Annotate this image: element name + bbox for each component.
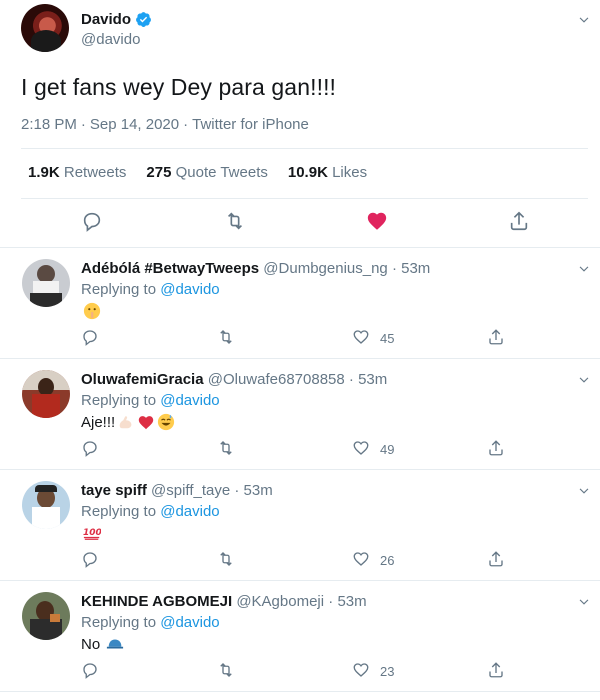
retweets-stat[interactable]: 1.9K Retweets xyxy=(28,164,126,181)
meta-separator: · xyxy=(183,116,189,133)
author-handle[interactable]: @KAgbomeji xyxy=(236,593,324,610)
tweet-source[interactable]: Twitter for iPhone xyxy=(192,116,309,133)
author-name[interactable]: KEHINDE AGBOMEJI xyxy=(81,593,232,610)
svg-text:100: 100 xyxy=(83,528,101,538)
tweet-date[interactable]: Sep 14, 2020 xyxy=(90,116,179,133)
reply-body: Aje!!! xyxy=(81,413,175,431)
retweet-icon[interactable] xyxy=(217,661,235,679)
author-handle[interactable]: @Dumbgenius_ng xyxy=(263,260,387,277)
tweet-text: I get fans wey Dey para gan!!!! xyxy=(21,74,337,100)
share-icon[interactable] xyxy=(487,328,505,346)
like-count: 45 xyxy=(380,331,395,346)
chevron-down-icon[interactable] xyxy=(577,484,591,498)
tweet-actions xyxy=(0,210,600,236)
main-tweet: Davido @davido I get fans wey Dey para g… xyxy=(0,0,600,248)
tweet-meta: 2:18 PM · Sep 14, 2020 · Twitter for iPh… xyxy=(21,116,309,133)
chevron-down-icon[interactable] xyxy=(577,595,591,609)
avatar[interactable] xyxy=(22,592,70,640)
reply-body: No xyxy=(81,635,124,653)
sweat-smile-emoji xyxy=(158,413,175,431)
author-name[interactable]: taye spiff xyxy=(81,482,147,499)
retweet-icon[interactable] xyxy=(224,210,246,232)
reply-tweet[interactable]: OluwafemiGracia @Oluwafe68708858 · 53m R… xyxy=(0,359,600,470)
replying-to-link[interactable]: @davido xyxy=(160,392,219,409)
share-icon[interactable] xyxy=(487,439,505,457)
shushing-face-emoji xyxy=(83,302,101,320)
retweet-icon[interactable] xyxy=(217,328,235,346)
reply-actions: 45 xyxy=(0,328,600,348)
tweet-time[interactable]: 2:18 PM xyxy=(21,116,77,133)
like-icon[interactable] xyxy=(352,550,370,568)
reply-actions: 49 xyxy=(0,439,600,459)
reply-actions: 23 xyxy=(0,661,600,681)
share-icon[interactable] xyxy=(508,210,530,232)
like-count: 26 xyxy=(380,553,395,568)
like-icon[interactable] xyxy=(352,328,370,346)
author-name[interactable]: OluwafemiGracia xyxy=(81,371,204,388)
author-name[interactable]: Davido xyxy=(81,11,131,28)
share-icon[interactable] xyxy=(487,550,505,568)
red-heart-emoji xyxy=(138,416,154,430)
reply-time[interactable]: 53m xyxy=(244,482,273,499)
reply-time[interactable]: 53m xyxy=(337,593,366,610)
chevron-down-icon[interactable] xyxy=(577,13,591,27)
reply-actions: 26 xyxy=(0,550,600,570)
author-handle[interactable]: @Oluwafe68708858 xyxy=(208,371,345,388)
chevron-down-icon[interactable] xyxy=(577,262,591,276)
cap-emoji xyxy=(107,639,124,649)
reply-text: No xyxy=(81,635,101,653)
like-icon[interactable] xyxy=(352,439,370,457)
reply-text: Aje!!! xyxy=(81,413,116,431)
replying-to: Replying to @davido xyxy=(81,392,220,409)
replying-to: Replying to @davido xyxy=(81,614,220,631)
reply-icon[interactable] xyxy=(81,210,103,232)
avatar[interactable] xyxy=(21,4,69,52)
author-handle[interactable]: @davido xyxy=(81,31,140,48)
reply-body xyxy=(81,302,101,320)
reply-header: KEHINDE AGBOMEJI @KAgbomeji · 53m xyxy=(81,593,367,610)
avatar[interactable] xyxy=(22,259,70,307)
reply-icon[interactable] xyxy=(81,550,99,568)
reply-icon[interactable] xyxy=(81,661,99,679)
reply-header: OluwafemiGracia @Oluwafe68708858 · 53m xyxy=(81,371,388,388)
replying-to-link[interactable]: @davido xyxy=(160,614,219,631)
like-icon-filled[interactable] xyxy=(366,210,388,232)
reply-header: Adébólá #BetwayTweeps @Dumbgenius_ng · 5… xyxy=(81,260,431,277)
divider xyxy=(21,148,588,149)
replying-to-link[interactable]: @davido xyxy=(160,503,219,520)
tweet-stats: 1.9K Retweets 275 Quote Tweets 10.9K Lik… xyxy=(28,164,367,181)
author-name[interactable]: Adébólá #BetwayTweeps xyxy=(81,260,259,277)
divider xyxy=(21,198,588,199)
hundred-points-emoji: 100 xyxy=(83,528,101,540)
retweet-icon[interactable] xyxy=(217,550,235,568)
avatar[interactable] xyxy=(22,370,70,418)
reply-tweet[interactable]: taye spiff @spiff_taye · 53m Replying to… xyxy=(0,470,600,581)
reply-icon[interactable] xyxy=(81,328,99,346)
retweet-icon[interactable] xyxy=(217,439,235,457)
reply-icon[interactable] xyxy=(81,439,99,457)
flexed-biceps-emoji xyxy=(119,416,132,429)
author-handle[interactable]: @spiff_taye xyxy=(151,482,230,499)
quote-tweets-stat[interactable]: 275 Quote Tweets xyxy=(146,164,267,181)
reply-tweet[interactable]: KEHINDE AGBOMEJI @KAgbomeji · 53m Replyi… xyxy=(0,581,600,692)
chevron-down-icon[interactable] xyxy=(577,373,591,387)
replying-to: Replying to @davido xyxy=(81,281,220,298)
share-icon[interactable] xyxy=(487,661,505,679)
like-count: 23 xyxy=(380,664,395,679)
reply-tweet[interactable]: Adébólá #BetwayTweeps @Dumbgenius_ng · 5… xyxy=(0,248,600,359)
replying-to: Replying to @davido xyxy=(81,503,220,520)
meta-separator: · xyxy=(80,116,86,133)
likes-stat[interactable]: 10.9K Likes xyxy=(288,164,367,181)
author-name-row[interactable]: Davido xyxy=(81,11,152,28)
avatar[interactable] xyxy=(22,481,70,529)
replying-to-link[interactable]: @davido xyxy=(160,281,219,298)
like-count: 49 xyxy=(380,442,395,457)
reply-time[interactable]: 53m xyxy=(358,371,387,388)
like-icon[interactable] xyxy=(352,661,370,679)
reply-header: taye spiff @spiff_taye · 53m xyxy=(81,482,273,499)
verified-badge-icon xyxy=(136,12,151,27)
reply-body: 100 xyxy=(81,524,101,542)
reply-time[interactable]: 53m xyxy=(401,260,430,277)
